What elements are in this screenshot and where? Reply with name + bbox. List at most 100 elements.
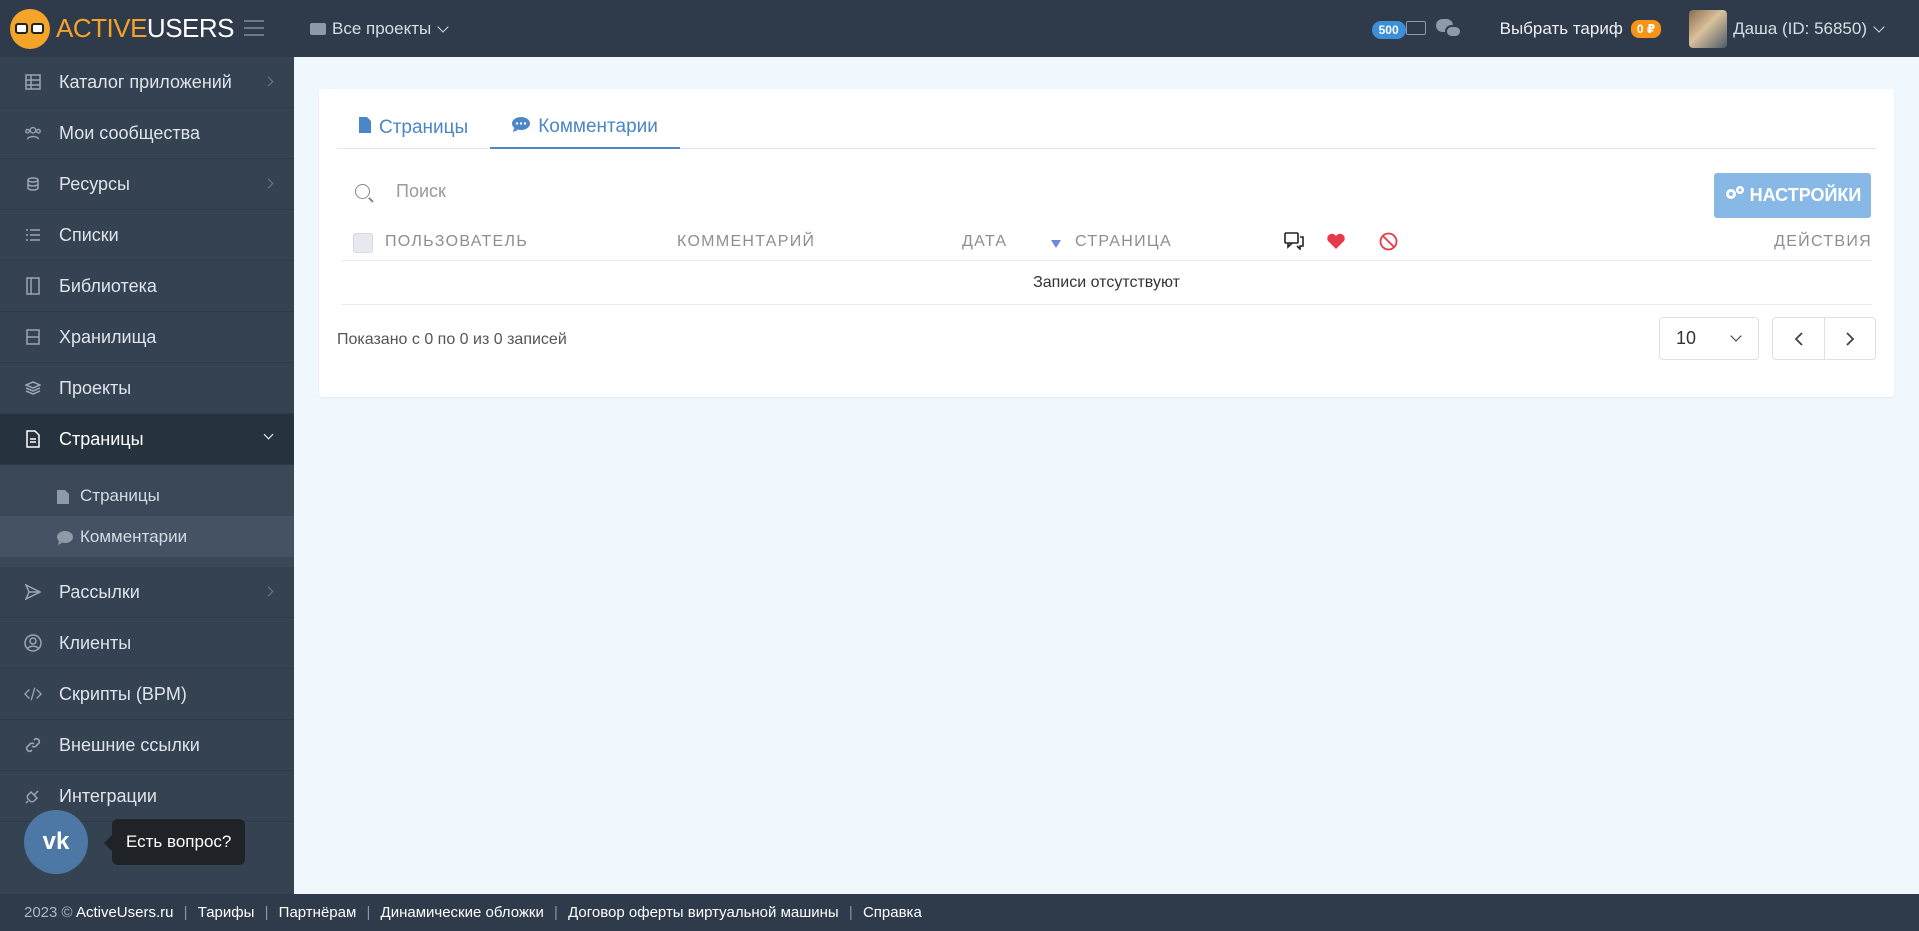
pagination	[1772, 317, 1876, 360]
keys-count: 500	[1371, 20, 1406, 39]
footer-link-help[interactable]: Справка	[863, 904, 922, 921]
sidebar-item-resources[interactable]: Ресурсы	[0, 159, 294, 210]
tariff-label: Выбрать тариф	[1499, 18, 1623, 38]
logo-text: ACTIVEUSERS	[56, 13, 235, 43]
plug-icon	[24, 787, 42, 805]
sidebar-item-label: Внешние ссылки	[59, 734, 200, 755]
submenu-item-pages[interactable]: Страницы	[0, 475, 294, 516]
submenu-item-label: Комментарии	[80, 526, 188, 546]
sidebar-item-library[interactable]: Библиотека	[0, 261, 294, 312]
table-header: Пользователь Комментарий Дата Страница Д…	[341, 223, 1872, 261]
list-icon	[24, 226, 42, 244]
vk-logo: vk	[42, 828, 70, 855]
footer-link-tariffs[interactable]: Тарифы	[198, 904, 255, 921]
tab-label: Комментарии	[538, 116, 658, 137]
sidebar-item-label: Клиенты	[59, 632, 132, 653]
likes-icon	[1326, 232, 1346, 255]
folder-icon	[310, 22, 326, 35]
sidebar-item-label: Страницы	[59, 428, 144, 449]
messages-icon[interactable]	[1435, 18, 1462, 39]
user-circle-icon	[24, 634, 42, 652]
users-icon	[24, 124, 42, 142]
chevron-right-icon	[263, 178, 274, 189]
footer-link-offer[interactable]: Договор оферты виртуальной машины	[568, 904, 839, 921]
link-icon	[24, 736, 42, 754]
tabs: Страницы Комментарии	[337, 107, 1876, 149]
search-input[interactable]	[396, 181, 996, 202]
column-actions: Действия	[1774, 233, 1872, 250]
footer-link-partners[interactable]: Партнёрам	[279, 904, 357, 921]
comment-icon	[512, 116, 531, 138]
search-bar	[355, 181, 996, 202]
settings-button[interactable]: НАСТРОЙКИ	[1714, 173, 1871, 218]
sidebar-item-scripts[interactable]: Скрипты (BPM)	[0, 669, 294, 720]
column-date[interactable]: Дата	[962, 233, 1007, 251]
chevron-down-icon	[437, 20, 449, 33]
sidebar-item-storage[interactable]: Хранилища	[0, 312, 294, 363]
sidebar-item-projects[interactable]: Проекты	[0, 363, 294, 414]
sidebar-item-label: Списки	[59, 224, 119, 245]
sidebar-item-mailings[interactable]: Рассылки	[0, 567, 294, 618]
column-page[interactable]: Страница	[1075, 233, 1172, 251]
sidebar-item-app-catalog[interactable]: Каталог приложений	[0, 57, 294, 108]
footer-link-dynamic-covers[interactable]: Динамические обложки	[381, 904, 544, 921]
submenu-item-comments[interactable]: Комментарии	[0, 516, 294, 557]
sidebar-item-label: Хранилища	[59, 326, 157, 347]
replies-icon	[1284, 232, 1304, 255]
prev-page-button[interactable]	[1773, 318, 1824, 359]
book-icon	[24, 277, 42, 295]
chevron-left-icon	[1794, 331, 1803, 346]
footer: 2023 © ActiveUsers.ru | Тарифы | Партнёр…	[24, 894, 1919, 931]
footer-copyright: 2023 ©	[24, 904, 73, 921]
projects-dropdown[interactable]: Все проекты	[310, 19, 449, 39]
column-comment[interactable]: Комментарий	[677, 233, 815, 251]
document-icon	[24, 430, 42, 448]
vk-chat-button[interactable]: vk	[24, 810, 88, 874]
chevron-down-icon	[1873, 20, 1885, 33]
code-icon	[24, 685, 42, 703]
column-user[interactable]: Пользователь	[385, 233, 528, 251]
sidebar-item-lists[interactable]: Списки	[0, 210, 294, 261]
chevron-right-icon	[1846, 331, 1855, 346]
gears-icon	[1724, 185, 1746, 206]
help-widget: vk Есть вопрос?	[24, 810, 246, 874]
keys-badge[interactable]: 500	[1371, 19, 1426, 39]
sidebar-item-label: Каталог приложений	[59, 71, 232, 92]
search-icon	[355, 184, 370, 199]
sidebar-item-clients[interactable]: Клиенты	[0, 618, 294, 669]
tab-label: Страницы	[379, 117, 469, 138]
coins-icon	[24, 175, 42, 193]
comment-icon	[57, 530, 73, 545]
keyboard-icon	[1405, 20, 1426, 35]
tab-pages[interactable]: Страницы	[337, 107, 490, 149]
page-size-value: 10	[1676, 328, 1697, 348]
avatar	[1689, 9, 1728, 48]
next-page-button[interactable]	[1824, 318, 1875, 359]
empty-row: Записи отсутствуют	[341, 261, 1872, 305]
sidebar: Каталог приложений Мои сообщества Ресурс…	[0, 57, 294, 894]
select-all-checkbox[interactable]	[353, 233, 373, 253]
choose-tariff-button[interactable]: Выбрать тариф 0 ₽	[1500, 19, 1662, 39]
sidebar-item-label: Мои сообщества	[59, 122, 201, 143]
records-summary: Показано с 0 по 0 из 0 записей	[337, 331, 567, 348]
chevron-right-icon	[263, 76, 274, 87]
sidebar-item-label: Интеграции	[59, 785, 157, 806]
menu-toggle-icon[interactable]	[244, 20, 264, 36]
sidebar-item-pages[interactable]: Страницы	[0, 414, 294, 465]
pages-submenu: Страницы Комментарии	[0, 465, 294, 567]
balance-badge: 0 ₽	[1630, 19, 1662, 38]
user-menu[interactable]: Даша (ID: 56850)	[1689, 9, 1885, 48]
tab-comments[interactable]: Комментарии	[490, 107, 680, 149]
page-size-select[interactable]: 10	[1659, 317, 1759, 360]
settings-label: НАСТРОЙКИ	[1749, 185, 1862, 205]
user-label: Даша (ID: 56850)	[1733, 18, 1867, 38]
sidebar-item-label: Скрипты (BPM)	[59, 683, 187, 704]
storage-icon	[24, 328, 42, 346]
footer-link-activeusers[interactable]: ActiveUsers.ru	[76, 904, 174, 921]
sidebar-item-communities[interactable]: Мои сообщества	[0, 108, 294, 159]
sidebar-item-external-links[interactable]: Внешние ссылки	[0, 720, 294, 771]
submenu-item-label: Страницы	[80, 485, 160, 505]
logo[interactable]: ACTIVEUSERS	[0, 0, 294, 57]
sidebar-item-label: Ресурсы	[59, 173, 130, 194]
sidebar-item-label: Проекты	[59, 377, 132, 398]
